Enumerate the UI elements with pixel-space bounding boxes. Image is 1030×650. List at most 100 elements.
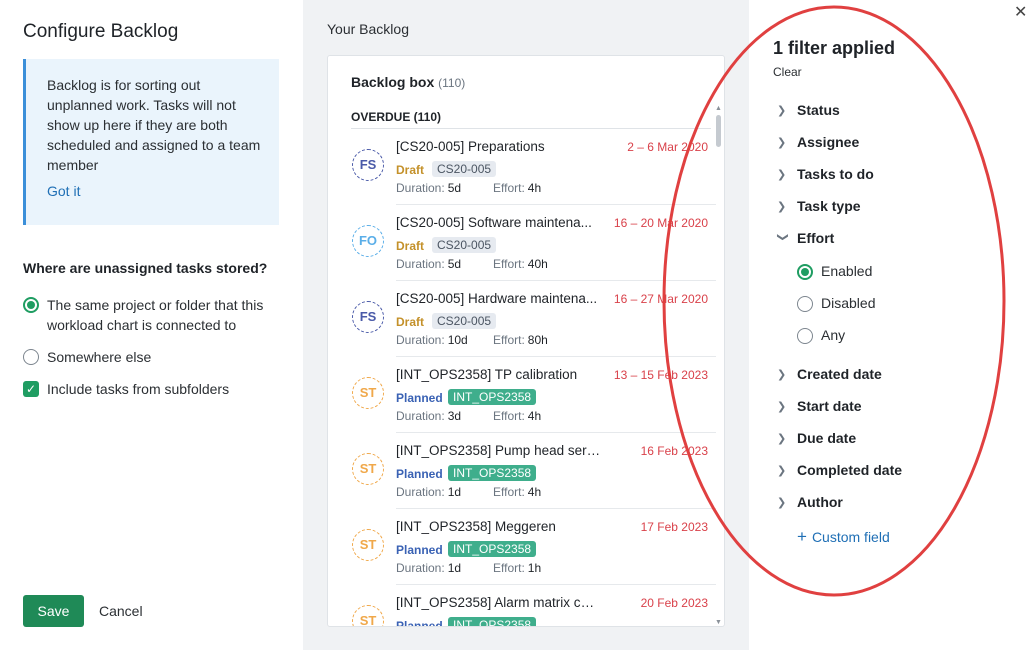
scrollbar[interactable]: ▲ ▼ <box>715 105 723 626</box>
project-tag: CS20-005 <box>432 237 497 253</box>
option-same-label: The same project or folder that this wor… <box>47 297 264 333</box>
clear-filters-link[interactable]: Clear <box>773 65 802 79</box>
project-tag: CS20-005 <box>432 161 497 177</box>
task-meta: Duration: 1d Effort: 4h <box>396 485 541 499</box>
filter-label: Completed date <box>797 462 903 478</box>
filter-tasks-to-do[interactable]: ❯ Tasks to do <box>777 166 874 182</box>
checkbox-checked[interactable]: ✓ <box>23 381 39 397</box>
task-row[interactable]: FS [CS20-005] Hardware maintena... 16 – … <box>352 281 716 357</box>
radio-selected[interactable] <box>797 264 813 280</box>
duration-label: Duration: <box>396 257 445 271</box>
effort-any[interactable]: Any <box>797 326 845 344</box>
chevron-right-icon: ❯ <box>777 136 787 149</box>
option-same-project[interactable]: The same project or folder that this wor… <box>23 295 273 335</box>
effort-label: Effort: <box>493 257 525 271</box>
chevron-right-icon: ❯ <box>777 496 787 509</box>
task-meta: Duration: 10d Effort: 80h <box>396 333 548 347</box>
status-badge: Planned <box>396 467 443 481</box>
scroll-up-icon[interactable]: ▲ <box>715 105 722 112</box>
scroll-down-icon[interactable]: ▼ <box>715 619 722 626</box>
duration-label: Duration: <box>396 333 445 347</box>
duration-value: 3d <box>447 409 462 423</box>
task-row[interactable]: FS [CS20-005] Preparations 2 – 6 Mar 202… <box>352 129 716 205</box>
radio-unselected[interactable] <box>23 349 39 365</box>
filter-label: Task type <box>797 198 861 214</box>
task-meta: Duration: 1d Effort: 1h <box>396 561 541 575</box>
box-count: (110) <box>438 76 466 90</box>
chevron-right-icon: ❯ <box>777 464 787 477</box>
filter-label: Due date <box>797 430 857 446</box>
filter-task-type[interactable]: ❯ Task type <box>777 198 861 214</box>
add-custom-field-button[interactable]: + Custom field <box>797 527 890 547</box>
cancel-button[interactable]: Cancel <box>99 603 143 619</box>
effort-enabled[interactable]: Enabled <box>797 262 872 280</box>
effort-value: 1h <box>527 561 542 575</box>
task-name[interactable]: [CS20-005] Software maintena... <box>396 215 601 230</box>
filter-label: Status <box>797 102 840 118</box>
configure-panel: Configure Backlog Backlog is for sorting… <box>0 0 303 650</box>
scroll-thumb[interactable] <box>716 115 721 147</box>
effort-option-label: Enabled <box>821 263 873 279</box>
effort-info: Effort: 40h <box>493 257 548 271</box>
plus-icon: + <box>797 527 807 546</box>
filter-start-date[interactable]: ❯ Start date <box>777 398 862 414</box>
duration-value: 1d <box>447 485 462 499</box>
task-date: 16 Feb 2023 <box>640 444 708 458</box>
backlog-panel: Your Backlog Backlog box (110) OVERDUE (… <box>303 0 749 650</box>
effort-disabled[interactable]: Disabled <box>797 294 875 312</box>
chevron-right-icon: ❯ <box>777 200 787 213</box>
task-row[interactable]: ST [INT_OPS2358] Alarm matrix check 20 F… <box>352 585 716 626</box>
status-badge: Draft <box>396 239 425 253</box>
task-name[interactable]: [CS20-005] Hardware maintena... <box>396 291 601 306</box>
filter-completed-date[interactable]: ❯ Completed date <box>777 462 902 478</box>
filter-author[interactable]: ❯ Author <box>777 494 843 510</box>
task-name[interactable]: [INT_OPS2358] TP calibration <box>396 367 601 382</box>
close-icon[interactable]: ✕ <box>1014 2 1027 22</box>
duration-label: Duration: <box>396 561 445 575</box>
effort-info: Effort: 4h <box>493 181 541 195</box>
task-row[interactable]: ST [INT_OPS2358] TP calibration 13 – 15 … <box>352 357 716 433</box>
filter-effort[interactable]: ❯ Effort <box>777 230 835 246</box>
task-row[interactable]: ST [INT_OPS2358] Pump head service 16 Fe… <box>352 433 716 509</box>
radio-unselected[interactable] <box>797 296 813 312</box>
duration-label: Duration: <box>396 181 445 195</box>
status-badge: Planned <box>396 543 443 557</box>
duration-value: 5d <box>447 181 462 195</box>
question-label: Where are unassigned tasks stored? <box>23 260 268 276</box>
task-name[interactable]: [INT_OPS2358] Pump head service <box>396 443 601 458</box>
option-somewhere-else[interactable]: Somewhere else <box>23 347 151 367</box>
backlog-box-title: Backlog box (110) <box>351 74 465 90</box>
task-name[interactable]: [INT_OPS2358] Meggeren <box>396 519 601 534</box>
option-include-subfolders[interactable]: ✓ Include tasks from subfolders <box>23 379 229 399</box>
task-date: 13 – 15 Feb 2023 <box>613 368 708 382</box>
save-button[interactable]: Save <box>23 595 84 627</box>
avatar: ST <box>352 529 384 561</box>
filter-due-date[interactable]: ❯ Due date <box>777 430 856 446</box>
chevron-right-icon: ❯ <box>777 168 787 181</box>
task-name[interactable]: [INT_OPS2358] Alarm matrix check <box>396 595 601 610</box>
effort-info: Effort: 80h <box>493 333 548 347</box>
duration-label: Duration: <box>396 485 445 499</box>
filter-status[interactable]: ❯ Status <box>777 102 840 118</box>
project-tag: INT_OPS2358 <box>448 465 537 481</box>
effort-option-label: Any <box>821 327 846 343</box>
task-row[interactable]: ST [INT_OPS2358] Meggeren 17 Feb 2023 Pl… <box>352 509 716 585</box>
effort-label: Effort: <box>493 409 525 423</box>
task-meta: Duration: 5d Effort: 40h <box>396 257 548 271</box>
task-row[interactable]: FO [CS20-005] Software maintena... 16 – … <box>352 205 716 281</box>
effort-label: Effort: <box>493 333 525 347</box>
task-name[interactable]: [CS20-005] Preparations <box>396 139 601 154</box>
filter-label: Start date <box>797 398 862 414</box>
status-badge: Draft <box>396 315 425 329</box>
avatar: ST <box>352 453 384 485</box>
filter-panel: ✕ 1 filter applied Clear ❯ Status ❯ Assign… <box>749 0 1030 650</box>
filter-assignee[interactable]: ❯ Assignee <box>777 134 859 150</box>
got-it-link[interactable]: Got it <box>47 183 80 199</box>
radio-selected[interactable] <box>23 297 39 313</box>
box-title-text: Backlog box <box>351 74 435 90</box>
avatar: FS <box>352 149 384 181</box>
filter-created-date[interactable]: ❯ Created date <box>777 366 882 382</box>
effort-option-label: Disabled <box>821 295 876 311</box>
effort-value: 4h <box>527 485 542 499</box>
radio-unselected[interactable] <box>797 328 813 344</box>
